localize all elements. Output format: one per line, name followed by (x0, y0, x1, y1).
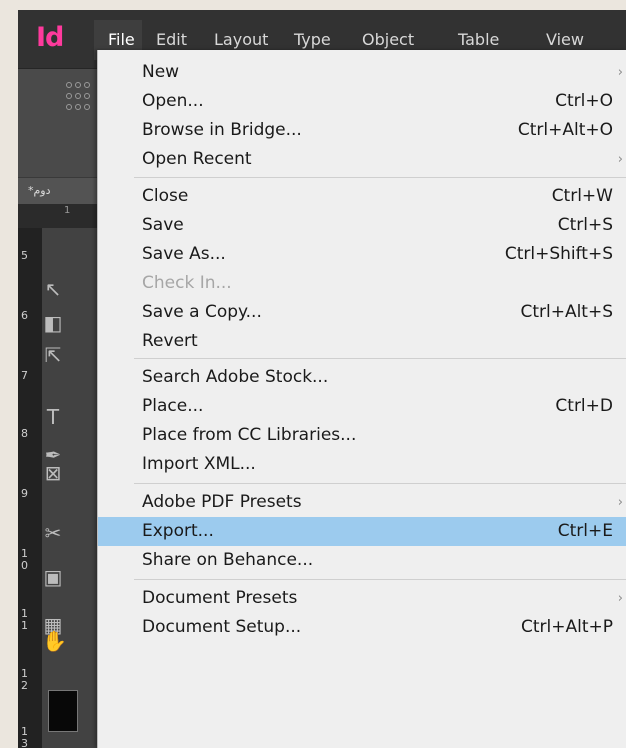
selection-tool-icon[interactable]: ↖ (42, 278, 64, 300)
menu-item-shortcut: Ctrl+D (555, 396, 613, 416)
menu-item-label: Revert (142, 331, 198, 351)
ruler-number: 11 (21, 607, 28, 632)
menu-item-shortcut: Ctrl+Alt+P (520, 617, 613, 637)
file-menu: New › Open... Ctrl+O Browse in Bridge...… (97, 50, 626, 748)
gradient-tool-icon[interactable]: ▣ (42, 566, 64, 588)
menu-item-label: Place... (142, 396, 204, 416)
hand-tool-icon[interactable]: ✋ (42, 630, 67, 652)
ruler-number: 9 (21, 487, 28, 500)
menu-separator (134, 358, 626, 359)
menu-item-shortcut: Ctrl+O (555, 91, 613, 111)
menu-item-adobe-pdf-presets[interactable]: Adobe PDF Presets › (98, 488, 626, 517)
menu-item-label: Search Adobe Stock... (142, 367, 329, 387)
menu-item-check-in: Check In... (98, 269, 626, 298)
menu-item-close[interactable]: Close Ctrl+W (98, 182, 626, 211)
menu-layout[interactable]: Layout (214, 29, 268, 51)
menu-item-label: Share on Behance... (142, 550, 314, 570)
menu-item-place[interactable]: Place... Ctrl+D (98, 392, 626, 421)
menu-item-shortcut: Ctrl+W (551, 186, 613, 206)
ruler-number: 7 (21, 369, 28, 382)
menu-item-label: Browse in Bridge... (142, 120, 302, 140)
menu-item-export[interactable]: Export... Ctrl+E (98, 517, 626, 546)
menu-item-shortcut: Ctrl+Alt+O (517, 120, 613, 140)
menu-item-save-as[interactable]: Save As... Ctrl+Shift+S (98, 240, 626, 269)
menu-item-shortcut: Ctrl+E (557, 521, 613, 541)
submenu-arrow-icon: › (617, 495, 623, 510)
menu-item-label: Place from CC Libraries... (142, 425, 357, 445)
menu-item-save-a-copy[interactable]: Save a Copy... Ctrl+Alt+S (98, 298, 626, 327)
menu-item-new[interactable]: New › (98, 58, 626, 87)
fill-swatch[interactable] (48, 690, 78, 732)
menu-item-label: Document Setup... (142, 617, 302, 637)
scissors-tool-icon[interactable]: ✂ (42, 522, 64, 544)
document-tab[interactable]: *دوم (18, 178, 98, 204)
menu-item-label: Save As... (142, 244, 226, 264)
menu-separator (134, 483, 626, 484)
submenu-arrow-icon: › (617, 152, 623, 167)
menu-edit[interactable]: Edit (156, 29, 187, 51)
vertical-ruler: 5 6 7 8 9 10 11 12 13 (18, 228, 42, 748)
menu-item-label: Save a Copy... (142, 302, 262, 322)
menu-item-browse-in-bridge[interactable]: Browse in Bridge... Ctrl+Alt+O (98, 116, 626, 145)
horizontal-ruler: 1 (18, 204, 98, 229)
menu-item-revert[interactable]: Revert (98, 327, 626, 356)
menu-item-place-from-cc-libraries[interactable]: Place from CC Libraries... (98, 421, 626, 450)
menu-item-label: Check In... (142, 273, 232, 293)
menu-item-document-presets[interactable]: Document Presets › (98, 584, 626, 613)
ruler-number: 13 (21, 725, 28, 748)
ruler-number: 8 (21, 427, 28, 440)
menu-item-shortcut: Ctrl+S (557, 215, 613, 235)
menu-view[interactable]: View (546, 29, 584, 51)
page-tool-icon[interactable]: ◧ (42, 312, 64, 334)
menu-item-label: Save (142, 215, 184, 235)
app-logo: Id (36, 22, 64, 53)
submenu-arrow-icon: › (617, 591, 623, 606)
type-tool-icon[interactable]: T (42, 406, 64, 428)
menu-item-label: Adobe PDF Presets (142, 492, 302, 512)
ruler-number: 5 (21, 249, 28, 262)
reference-point-icon[interactable] (66, 82, 92, 112)
menu-object[interactable]: Object (362, 29, 414, 51)
ruler-label: 1 (64, 205, 71, 216)
submenu-arrow-icon: › (617, 65, 623, 80)
menu-type[interactable]: Type (294, 29, 331, 51)
menu-item-search-adobe-stock[interactable]: Search Adobe Stock... (98, 363, 626, 392)
menu-item-share-on-behance[interactable]: Share on Behance... (98, 546, 626, 575)
ruler-number: 6 (21, 309, 28, 322)
ruler-number: 10 (21, 547, 28, 572)
tools-panel (42, 228, 98, 748)
menu-item-shortcut: Ctrl+Alt+S (520, 302, 613, 322)
content-collector-icon[interactable]: ⇱ (42, 344, 64, 366)
menu-item-label: Document Presets (142, 588, 298, 608)
menu-item-open-recent[interactable]: Open Recent › (98, 145, 626, 174)
menu-item-label: Open Recent (142, 149, 252, 169)
menu-file[interactable]: File (108, 29, 135, 51)
indesign-window: Id File Edit Layout Type Object Table Vi… (18, 10, 626, 748)
menu-item-import-xml[interactable]: Import XML... (98, 450, 626, 479)
menu-item-save[interactable]: Save Ctrl+S (98, 211, 626, 240)
menu-table[interactable]: Table (458, 29, 499, 51)
menu-item-label: Open... (142, 91, 204, 111)
menu-item-label: Export... (142, 521, 214, 541)
menu-item-label: Import XML... (142, 454, 256, 474)
menu-item-shortcut: Ctrl+Shift+S (504, 244, 613, 264)
rectangle-frame-tool-icon[interactable]: ⊠ (42, 462, 64, 484)
menu-item-document-setup[interactable]: Document Setup... Ctrl+Alt+P (98, 613, 626, 642)
menu-item-label: Close (142, 186, 189, 206)
menu-separator (134, 579, 626, 580)
menu-separator (134, 177, 626, 178)
menu-item-label: New (142, 62, 180, 82)
ruler-number: 12 (21, 667, 28, 692)
menu-item-open[interactable]: Open... Ctrl+O (98, 87, 626, 116)
